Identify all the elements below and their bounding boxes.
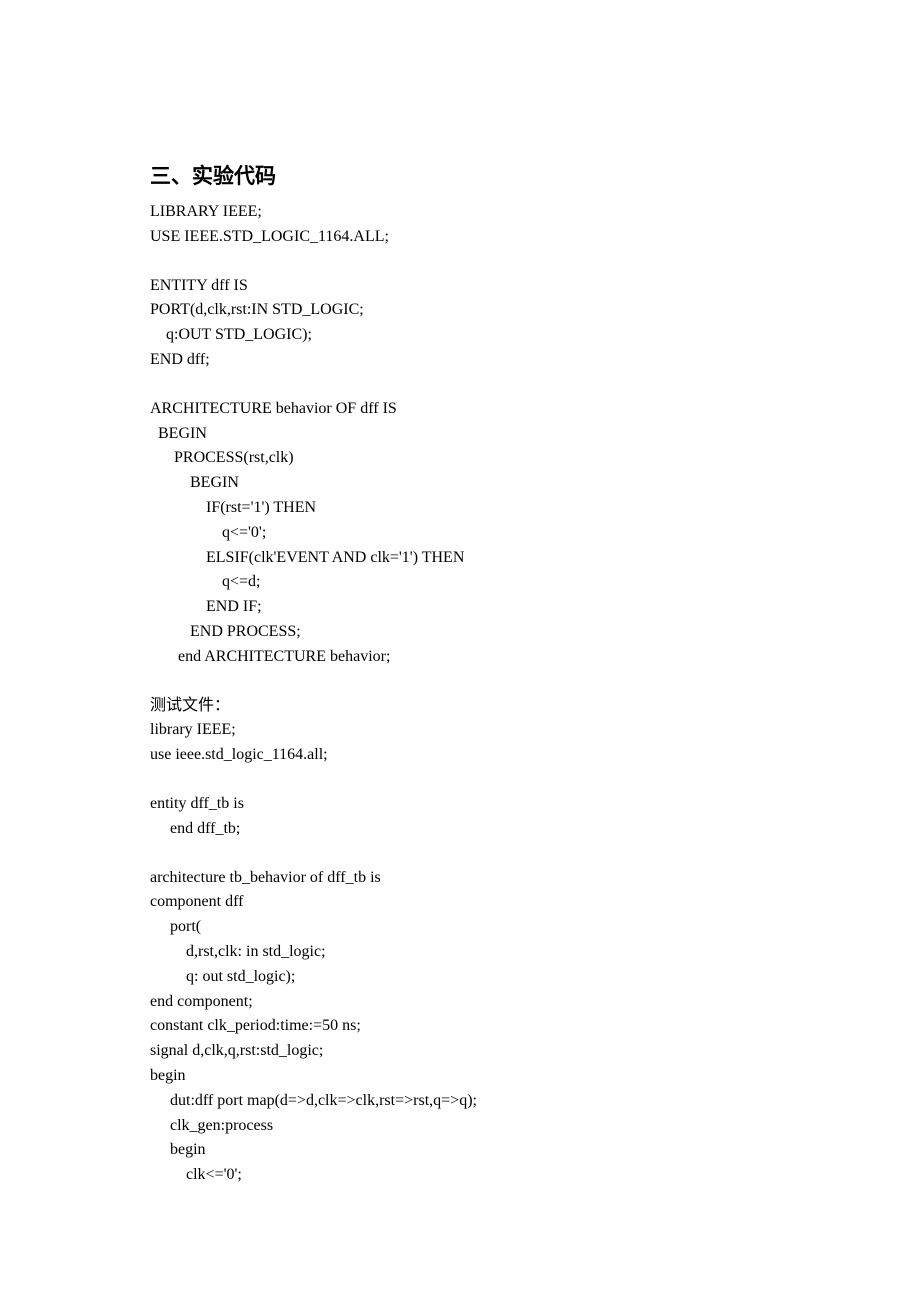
code-line: clk_gen:process <box>150 1114 770 1139</box>
code-line: constant clk_period:time:=50 ns; <box>150 1014 770 1039</box>
code-line: LIBRARY IEEE; <box>150 200 770 225</box>
code-line: q: out std_logic); <box>150 965 770 990</box>
blank-line <box>150 768 770 792</box>
code-line: q<=d; <box>150 570 770 595</box>
code-line: library IEEE; <box>150 718 770 743</box>
code-line: q:OUT STD_LOGIC); <box>150 323 770 348</box>
code-line: end dff_tb; <box>150 817 770 842</box>
code-line: BEGIN <box>150 471 770 496</box>
code-line: ARCHITECTURE behavior OF dff IS <box>150 397 770 422</box>
section-heading: 三、实验代码 <box>150 160 770 190</box>
code-line: dut:dff port map(d=>d,clk=>clk,rst=>rst,… <box>150 1089 770 1114</box>
code-line: 测试文件： <box>150 694 770 719</box>
code-line: END PROCESS; <box>150 620 770 645</box>
blank-line <box>150 670 770 694</box>
code-line: END dff; <box>150 348 770 373</box>
code-line: END IF; <box>150 595 770 620</box>
code-line: use ieee.std_logic_1164.all; <box>150 743 770 768</box>
code-line: PROCESS(rst,clk) <box>150 446 770 471</box>
code-line: begin <box>150 1064 770 1089</box>
code-line: clk<='0'; <box>150 1163 770 1188</box>
code-line: end ARCHITECTURE behavior; <box>150 645 770 670</box>
code-line: d,rst,clk: in std_logic; <box>150 940 770 965</box>
code-line: entity dff_tb is <box>150 792 770 817</box>
code-line: IF(rst='1') THEN <box>150 496 770 521</box>
code-block: LIBRARY IEEE;USE IEEE.STD_LOGIC_1164.ALL… <box>150 200 770 1188</box>
blank-line <box>150 842 770 866</box>
code-line: BEGIN <box>150 422 770 447</box>
code-line: USE IEEE.STD_LOGIC_1164.ALL; <box>150 225 770 250</box>
code-line: component dff <box>150 890 770 915</box>
document-page: 三、实验代码 LIBRARY IEEE;USE IEEE.STD_LOGIC_1… <box>0 0 920 1248</box>
code-line: PORT(d,clk,rst:IN STD_LOGIC; <box>150 298 770 323</box>
blank-line <box>150 373 770 397</box>
code-line: ENTITY dff IS <box>150 274 770 299</box>
blank-line <box>150 250 770 274</box>
code-line: begin <box>150 1138 770 1163</box>
code-line: signal d,clk,q,rst:std_logic; <box>150 1039 770 1064</box>
code-line: end component; <box>150 990 770 1015</box>
code-line: architecture tb_behavior of dff_tb is <box>150 866 770 891</box>
code-line: ELSIF(clk'EVENT AND clk='1') THEN <box>150 546 770 571</box>
code-line: port( <box>150 915 770 940</box>
code-line: q<='0'; <box>150 521 770 546</box>
